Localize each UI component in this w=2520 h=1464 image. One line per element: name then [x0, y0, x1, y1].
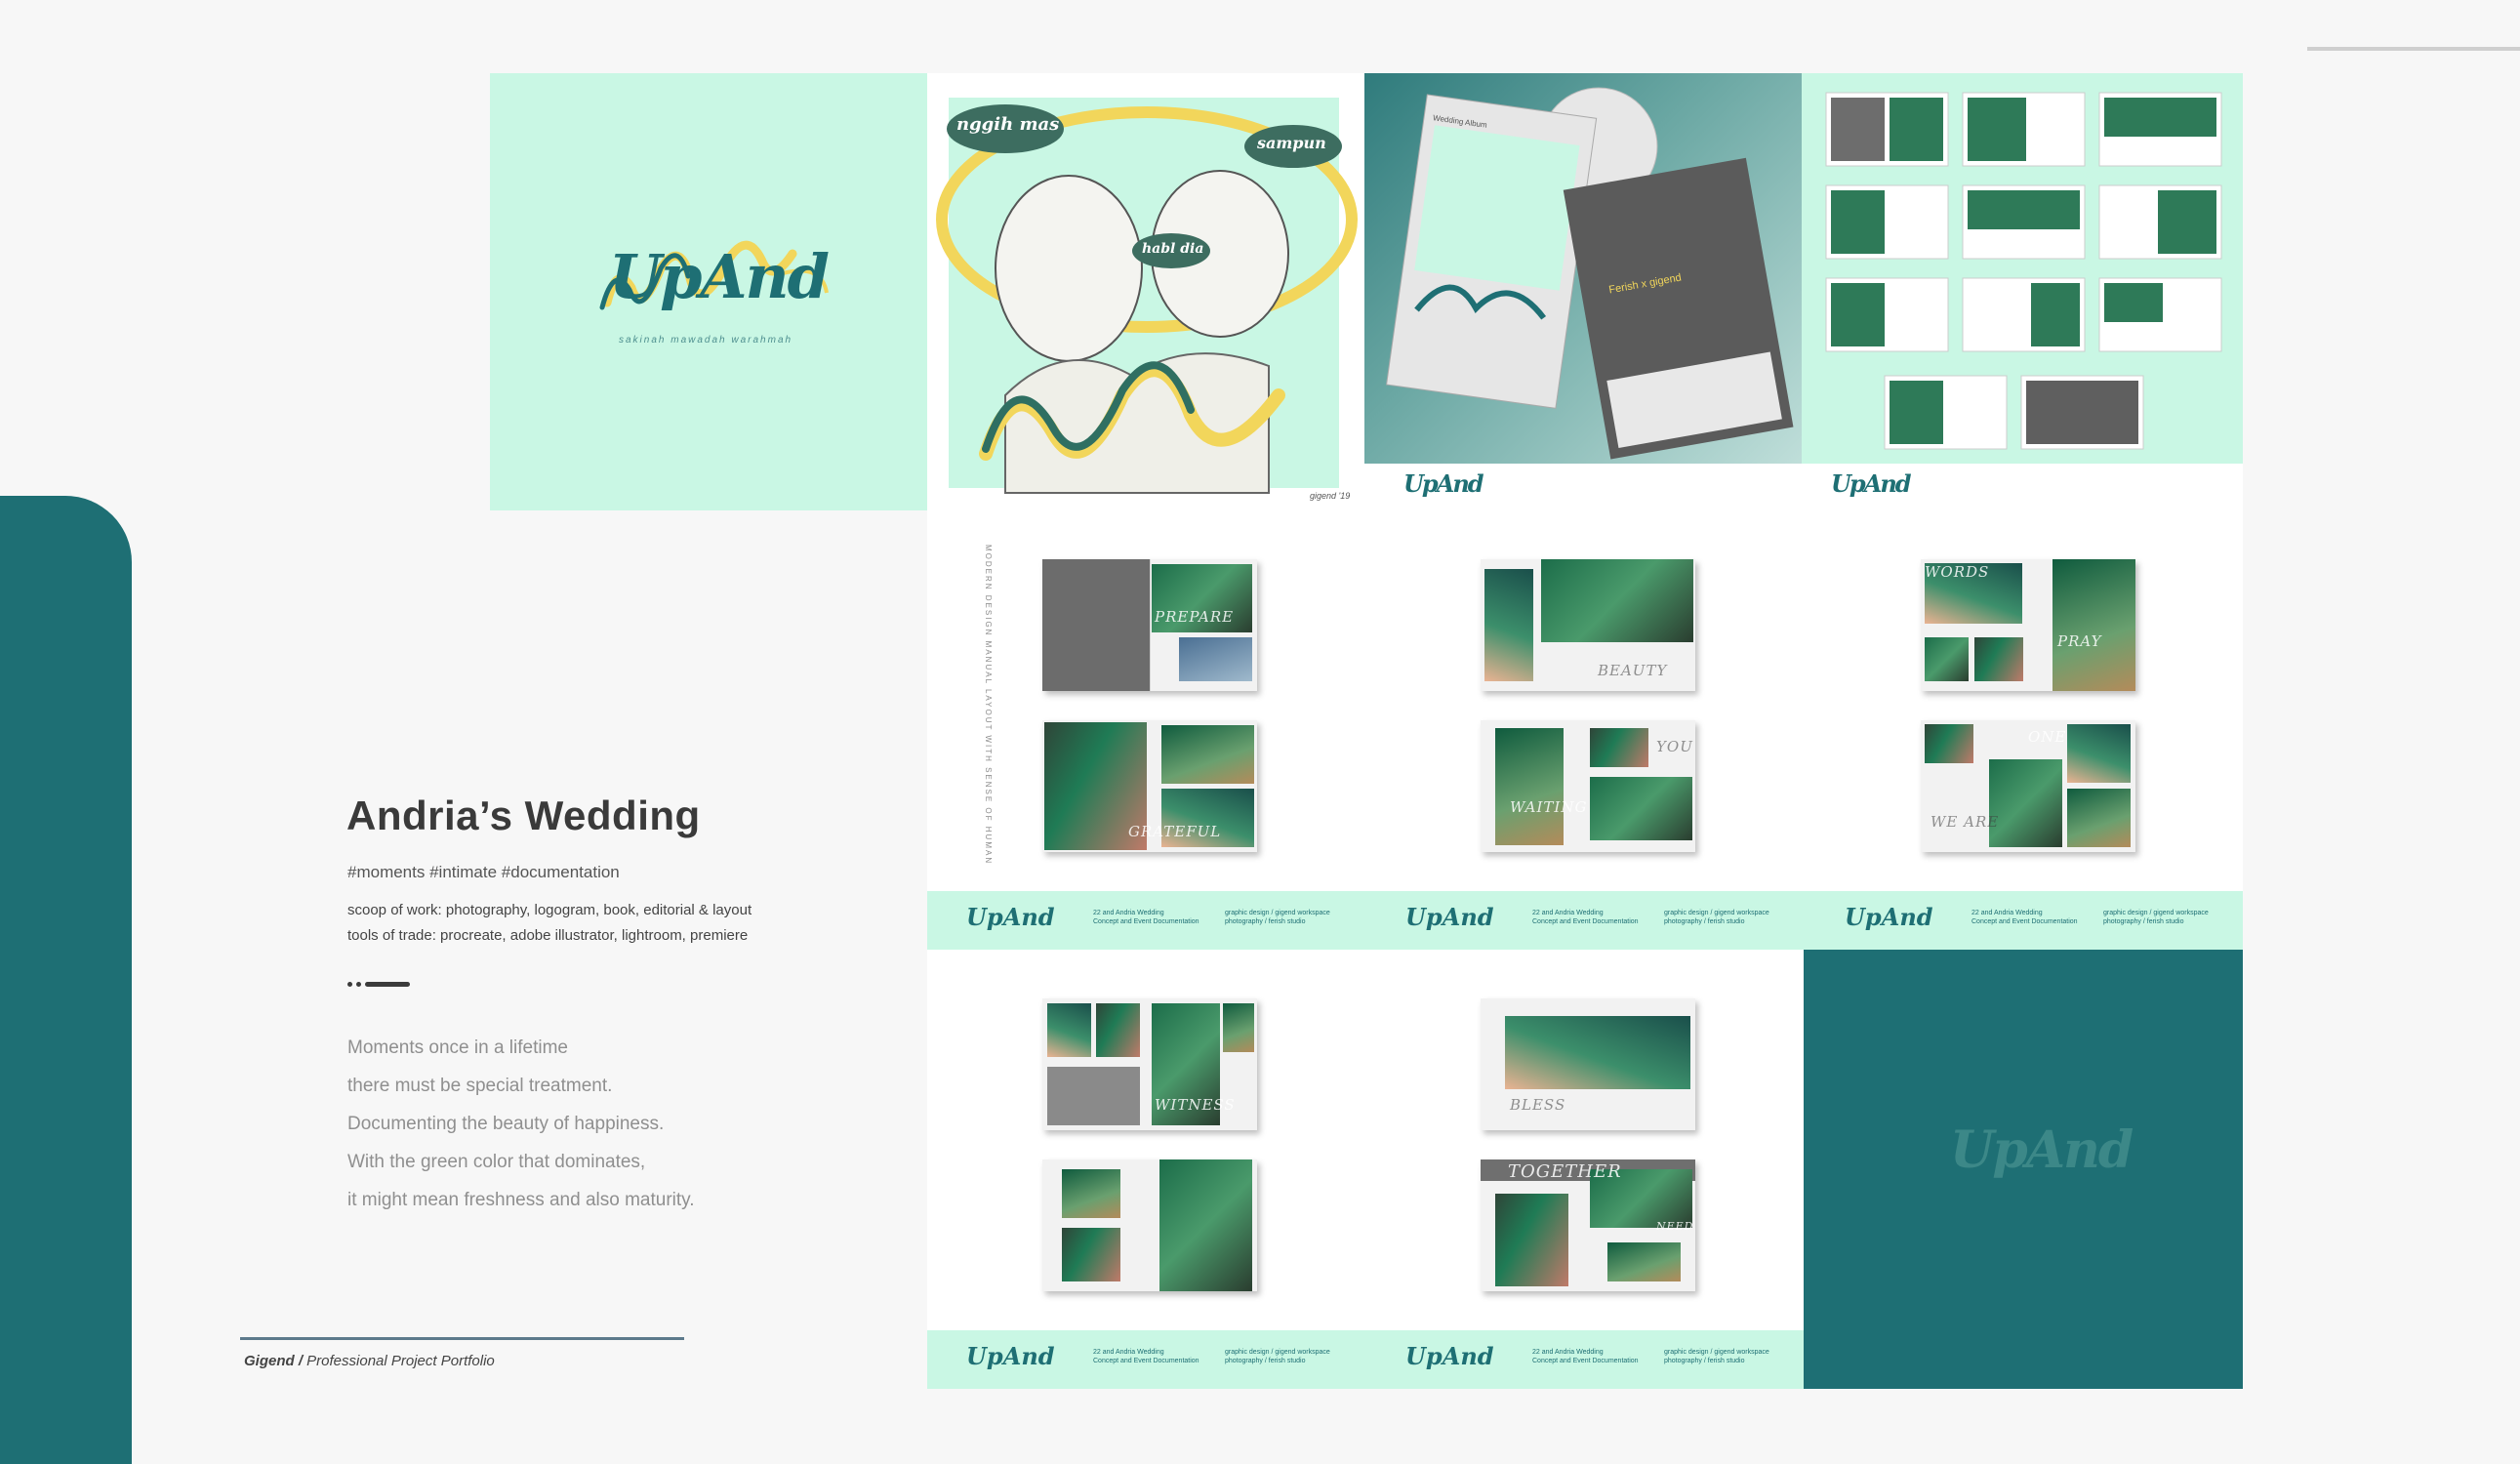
strip-line: graphic design / gigend workspace: [1225, 1349, 1330, 1356]
strip-line: Concept and Event Documentation: [1971, 918, 2078, 925]
poem-line: Documenting the beauty of happiness.: [347, 1114, 665, 1134]
strip-logo: UpAnd: [1403, 469, 1484, 498]
strip-line: photography / ferish studio: [1664, 918, 1745, 925]
album-spread[interactable]: WITNESS: [1042, 998, 1257, 1130]
spread-word: ONE: [2028, 728, 2067, 746]
footer-brand: Gigend /: [244, 1353, 303, 1369]
strip-line: Concept and Event Documentation: [1093, 918, 1199, 925]
strip-line: photography / ferish studio: [1664, 1358, 1745, 1364]
strip-line: 22 and Andria Wedding: [1093, 1349, 1164, 1356]
album-spread[interactable]: ONE WE ARE: [1921, 720, 2135, 852]
album-spread[interactable]: BEAUTY: [1481, 559, 1695, 691]
spread-word: NEED: [1656, 1220, 1694, 1233]
poem-line: Moments once in a lifetime: [347, 1037, 568, 1058]
spread-word: TOGETHER: [1508, 1161, 1622, 1182]
strip-line: 22 and Andria Wedding: [1532, 1349, 1604, 1356]
strip-caption: graphic design / gigend workspace photogr…: [1225, 1348, 1352, 1365]
side-caption: MODERN DESIGN MANUAL LAYOUT WITH SENSE O…: [984, 545, 993, 866]
spread-word: WITNESS: [1155, 1096, 1236, 1114]
footer-divider: [240, 1337, 684, 1340]
strip-logo: UpAnd: [966, 903, 1055, 931]
strip-line: graphic design / gigend workspace: [1225, 910, 1330, 916]
strip-logo: UpAnd: [1845, 903, 1933, 931]
footer-credit: Gigend / Professional Project Portfolio: [244, 1353, 495, 1369]
spreads-row-middle[interactable]: MODERN DESIGN MANUAL LAYOUT WITH SENSE O…: [927, 510, 2243, 891]
spread-word: WORDS: [1925, 563, 1990, 581]
watermark-logo: UpAnd: [1950, 1120, 2134, 1180]
spread-word: PREPARE: [1155, 608, 1235, 626]
spread-word: YOU: [1656, 738, 1693, 755]
strip-caption: 22 and Andria Wedding Concept and Event D…: [1532, 909, 1659, 926]
strip-logo: UpAnd: [1405, 1342, 1494, 1370]
strip-line: photography / ferish studio: [1225, 1358, 1306, 1364]
poem-line: it might mean freshness and also maturit…: [347, 1190, 695, 1210]
strip-line: 22 and Andria Wedding: [1093, 910, 1164, 916]
speech-bubble-left: nggih mas: [956, 114, 1060, 135]
side-teal-band: [0, 496, 132, 1464]
strip-line: graphic design / gigend workspace: [2103, 910, 2209, 916]
dots-divider: [347, 981, 416, 989]
spread-word: BLESS: [1510, 1096, 1566, 1114]
spread-word: WAITING: [1510, 798, 1588, 816]
album-mockup-panel[interactable]: Wedding Album Ferish x gigend UpAnd: [1364, 73, 1802, 510]
project-scope: scoop of work: photography, logogram, bo…: [347, 902, 752, 918]
strip-line: photography / ferish studio: [1225, 918, 1306, 925]
spreads-overview-panel[interactable]: UpAnd: [1802, 73, 2243, 510]
strip-caption: 22 and Andria Wedding Concept and Event D…: [1093, 909, 1220, 926]
poem-line: there must be special treatment.: [347, 1076, 613, 1096]
strip-line: photography / ferish studio: [2103, 918, 2184, 925]
album-spread[interactable]: WAITING YOU: [1481, 720, 1695, 852]
album-spread[interactable]: WORDS PRAY: [1921, 559, 2135, 691]
project-title: Andria’s Wedding: [346, 793, 701, 838]
logo-panel[interactable]: UpAnd sakinah mawadah warahmah: [490, 73, 927, 510]
strip-caption: graphic design / gigend workspace photogr…: [1664, 909, 1791, 926]
poem-line: With the green color that dominates,: [347, 1152, 646, 1172]
album-spread[interactable]: PREPARE: [1042, 559, 1257, 691]
footer-strip-row-3: UpAnd 22 and Andria Wedding Concept and E…: [927, 1330, 1804, 1389]
strip-caption: 22 and Andria Wedding Concept and Event D…: [1532, 1348, 1659, 1365]
illustration-panel[interactable]: nggih mas sampun habl dia gigend '19: [927, 73, 1364, 510]
project-tags: #moments #intimate #documentation: [347, 863, 620, 881]
strip-logo: UpAnd: [1831, 469, 1912, 498]
teal-logo-panel[interactable]: UpAnd: [1804, 950, 2243, 1389]
strip-line: Concept and Event Documentation: [1532, 1358, 1639, 1364]
spreads-thumbnails: [1825, 92, 2222, 450]
strip-caption: graphic design / gigend workspace photogr…: [2103, 909, 2230, 926]
strip-logo: UpAnd: [966, 1342, 1055, 1370]
album-spread[interactable]: [1042, 1159, 1257, 1291]
project-tools: tools of trade: procreate, adobe illustr…: [347, 927, 749, 944]
spread-word: WE ARE: [1931, 813, 2000, 831]
strip-line: 22 and Andria Wedding: [1971, 910, 2043, 916]
strip-caption: 22 and Andria Wedding Concept and Event D…: [1093, 1348, 1220, 1365]
artist-signature: gigend '19: [1310, 491, 1351, 501]
album-spread[interactable]: BLESS: [1481, 998, 1695, 1130]
spread-word: GRATEFUL: [1128, 823, 1222, 840]
strip-caption: graphic design / gigend workspace photogr…: [1225, 909, 1352, 926]
top-divider: [2307, 47, 2520, 51]
footer-strip-row-2: UpAnd 22 and Andria Wedding Concept and E…: [927, 891, 2243, 950]
footer-subtitle: Professional Project Portfolio: [306, 1353, 495, 1369]
strip-line: Concept and Event Documentation: [1532, 918, 1639, 925]
logo-tagline: sakinah mawadah warahmah: [619, 335, 793, 346]
strip-line: graphic design / gigend workspace: [1664, 1349, 1769, 1356]
speech-bubble-right: sampun: [1257, 134, 1326, 152]
strip-caption: graphic design / gigend workspace photogr…: [1664, 1348, 1791, 1365]
album-spread[interactable]: TOGETHER NEED: [1481, 1159, 1695, 1291]
spread-word: BEAUTY: [1598, 662, 1668, 679]
album-mockup: [1364, 87, 1802, 510]
spreads-row-bottom[interactable]: WITNESS BLESS TOGETHER NEED: [927, 950, 1804, 1330]
strip-caption: 22 and Andria Wedding Concept and Event D…: [1971, 909, 2098, 926]
strip-logo: UpAnd: [1405, 903, 1494, 931]
album-spread[interactable]: GRATEFUL: [1042, 720, 1257, 852]
strip-line: graphic design / gigend workspace: [1664, 910, 1769, 916]
logo-script: UpAnd: [609, 241, 830, 312]
speech-bubble-center: habl dia: [1142, 241, 1204, 257]
strip-line: Concept and Event Documentation: [1093, 1358, 1199, 1364]
spread-word: PRAY: [2057, 632, 2102, 650]
strip-line: 22 and Andria Wedding: [1532, 910, 1604, 916]
